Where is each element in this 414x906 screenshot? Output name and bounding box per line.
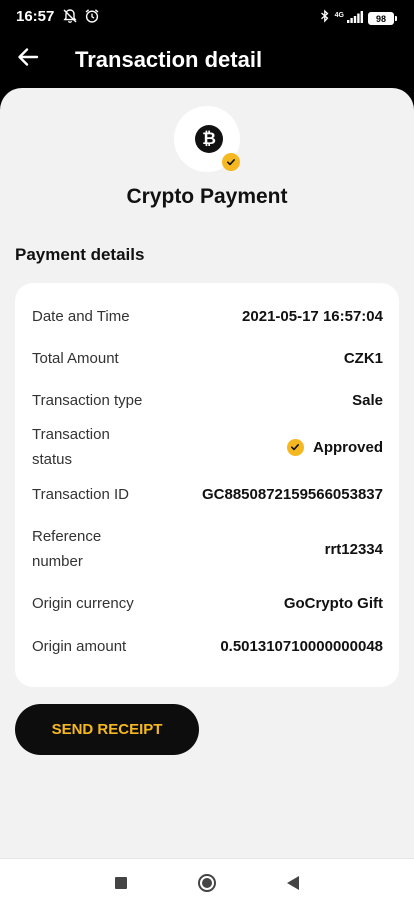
detail-row-origin-amount: Origin amount 0.501310710000000048 xyxy=(15,621,399,671)
detail-value: 2021-05-17 16:57:04 xyxy=(242,307,383,325)
detail-row-status: Transaction status Approved xyxy=(15,419,399,475)
detail-label: Origin amount xyxy=(32,637,127,655)
payment-title: Crypto Payment xyxy=(126,185,288,208)
detail-label: Reference number xyxy=(32,528,102,570)
arrow-left-icon xyxy=(17,46,39,73)
detail-row-type: Transaction type Sale xyxy=(15,375,399,425)
back-button[interactable] xyxy=(14,45,42,73)
page-title: Transaction detail xyxy=(75,47,263,72)
detail-row-reference: Reference number rrt12334 xyxy=(15,521,399,577)
bitcoin-icon: ₿ xyxy=(195,125,223,153)
detail-label: Transaction type xyxy=(32,391,143,409)
details-card: Date and Time 2021-05-17 16:57:04 Total … xyxy=(15,283,399,687)
status-badge: Approved xyxy=(312,438,383,456)
detail-value: Sale xyxy=(352,391,383,409)
detail-value: GC8850872159566053837 xyxy=(201,485,383,503)
detail-value: CZK1 xyxy=(343,349,383,367)
status-time: 16:57 xyxy=(16,8,55,25)
detail-label: Origin currency xyxy=(32,594,134,612)
signal-icon xyxy=(347,10,363,28)
check-icon xyxy=(222,153,240,171)
content-panel: ₿ Crypto Payment Payment details Date an… xyxy=(0,88,414,858)
detail-label: Date and Time xyxy=(32,307,130,325)
merchant-logo: ₿ xyxy=(174,106,240,172)
detail-label: Transaction ID xyxy=(32,485,129,503)
approved-check-icon xyxy=(286,438,304,456)
recents-square-icon[interactable] xyxy=(115,877,127,889)
section-title: Payment details xyxy=(15,245,145,264)
detail-value: 0.501310710000000048 xyxy=(220,637,383,655)
alarm-icon xyxy=(84,8,100,29)
detail-label: Total Amount xyxy=(32,349,119,367)
network-type: 4G xyxy=(334,12,344,19)
detail-value: rrt12334 xyxy=(324,540,383,558)
status-bar: 16:57 4G 98 xyxy=(0,0,414,34)
battery-indicator: 98 xyxy=(368,12,397,25)
bluetooth-icon xyxy=(320,9,330,28)
system-nav-bar xyxy=(0,858,414,906)
detail-label: Transaction status xyxy=(32,426,110,468)
app-header: Transaction detail xyxy=(0,34,414,88)
detail-value: GoCrypto Gift xyxy=(283,594,383,612)
home-circle-icon[interactable] xyxy=(198,874,216,892)
mute-bell-icon xyxy=(62,8,78,29)
detail-row-transaction-id: Transaction ID GC8850872159566053837 xyxy=(15,469,399,519)
back-triangle-icon[interactable] xyxy=(287,876,299,890)
send-receipt-button[interactable]: SEND RECEIPT xyxy=(15,704,199,755)
